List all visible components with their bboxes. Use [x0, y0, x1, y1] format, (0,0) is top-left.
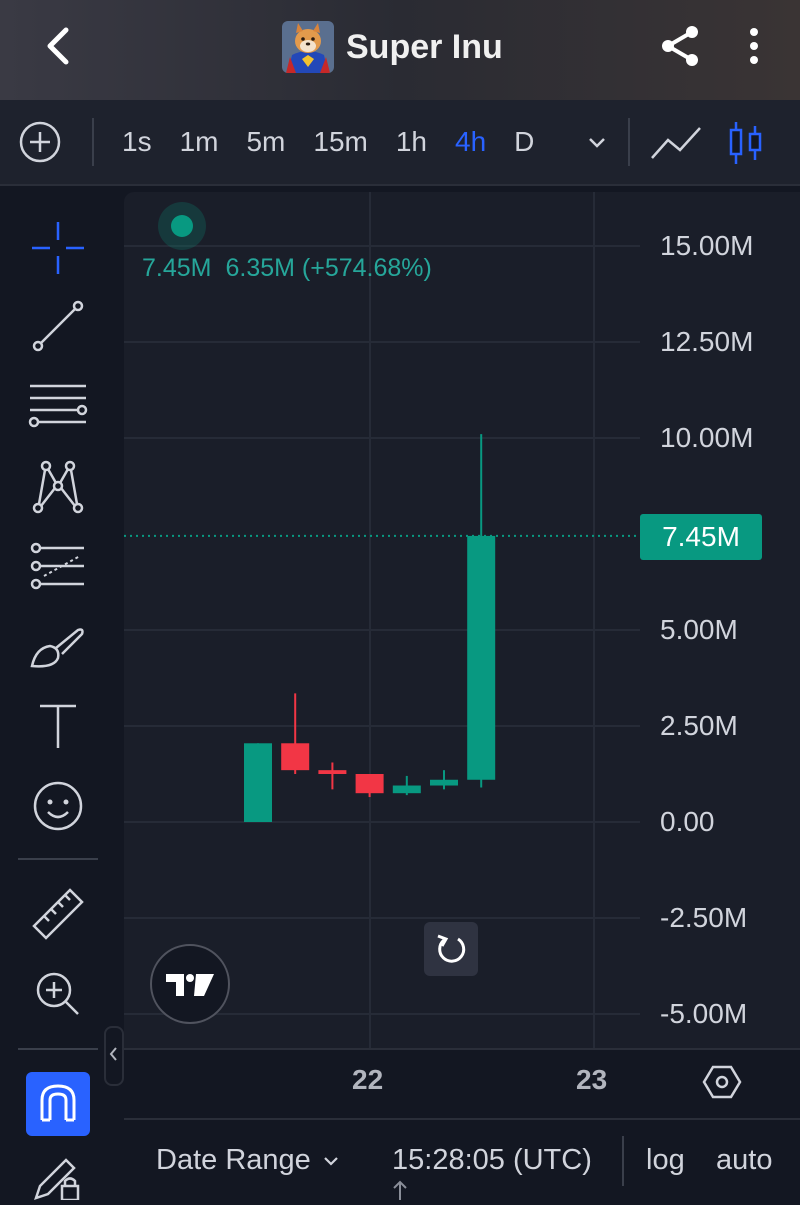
panel-collapse-handle[interactable]: [104, 1026, 124, 1086]
zoom-in-icon: [36, 972, 79, 1015]
interval-1h[interactable]: 1h: [382, 126, 441, 158]
add-symbol-button[interactable]: [18, 120, 62, 164]
date-range-button[interactable]: Date Range: [156, 1144, 341, 1177]
pattern-tool[interactable]: [28, 456, 88, 516]
ruler-icon: [32, 888, 84, 940]
fib-retracement-icon: [28, 384, 88, 428]
price-axis-label: 12.50M: [660, 326, 754, 357]
candle-body: [318, 770, 347, 774]
tradingview-logo-button[interactable]: [150, 944, 230, 1024]
toolbar-divider: [18, 858, 98, 860]
crosshair-icon: [32, 222, 84, 274]
token-title: Super Inu: [282, 20, 503, 74]
candle-body: [355, 774, 384, 794]
chart-toolbar: 1s 1m 5m 15m 1h 4h D: [0, 100, 800, 186]
magnet-mode-button[interactable]: [26, 1072, 90, 1136]
log-scale-button[interactable]: log: [646, 1144, 685, 1177]
trend-line-icon: [32, 300, 84, 352]
forecast-icon: [30, 542, 84, 590]
line-chart-button[interactable]: [650, 122, 704, 164]
brush-icon: [30, 628, 84, 668]
interval-dropdown-button[interactable]: [582, 126, 612, 158]
crosshair-tool[interactable]: [28, 218, 88, 278]
text-icon: [40, 704, 76, 748]
share-icon: [662, 26, 698, 66]
legend-change: 6.35M (+574.68%): [225, 254, 432, 282]
zoom-tool[interactable]: [28, 964, 88, 1024]
current-price-tag: 7.45M: [640, 514, 762, 560]
interval-15m[interactable]: 15m: [299, 126, 381, 158]
tradingview-logo-icon: [166, 974, 214, 996]
interval-d[interactable]: D: [500, 126, 548, 158]
prediction-tool[interactable]: [28, 536, 88, 596]
chevron-down-icon: [589, 138, 605, 148]
token-avatar: [282, 21, 334, 73]
interval-5m[interactable]: 5m: [232, 126, 299, 158]
legend-price: 7.45M: [142, 254, 212, 282]
time-axis-label: 23: [576, 1064, 608, 1095]
page-title: Super Inu: [346, 27, 503, 66]
settings-hexagon-icon: [702, 1065, 742, 1099]
price-axis-label: 15.00M: [660, 230, 754, 261]
app-header: Super Inu: [0, 0, 800, 100]
interval-1s[interactable]: 1s: [108, 126, 166, 158]
refresh-icon: [437, 934, 466, 963]
xabcd-pattern-icon: [32, 460, 84, 514]
time-axis-label: 22: [352, 1064, 384, 1095]
line-chart-icon: [651, 127, 701, 159]
measure-tool[interactable]: [28, 884, 88, 944]
candle-body: [467, 535, 496, 780]
live-status-indicator: [158, 202, 206, 250]
price-axis-label: 0.00: [660, 806, 715, 837]
date-range-label: Date Range: [156, 1144, 311, 1176]
chevron-left-icon: [47, 27, 69, 65]
trend-line-tool[interactable]: [28, 296, 88, 356]
smiley-icon: [33, 781, 83, 831]
status-dot: [171, 215, 193, 237]
toolbar-divider: [622, 1136, 624, 1186]
text-tool[interactable]: [28, 696, 88, 756]
more-vertical-icon: [750, 28, 758, 64]
plus-circle-icon: [19, 121, 61, 163]
reset-chart-button[interactable]: [424, 922, 478, 976]
brush-tool[interactable]: [28, 618, 88, 678]
arrow-up-icon: [392, 1180, 408, 1205]
interval-1m[interactable]: 1m: [166, 126, 233, 158]
interval-4h[interactable]: 4h: [441, 126, 500, 158]
magnet-icon: [40, 1084, 76, 1122]
toolbar-divider: [92, 118, 94, 166]
price-axis-label: 10.00M: [660, 422, 754, 453]
back-button[interactable]: [38, 24, 82, 68]
pencil-lock-icon: [34, 1158, 80, 1200]
interval-selector: 1s 1m 5m 15m 1h 4h D: [108, 100, 548, 184]
candle-body: [392, 785, 421, 794]
price-axis-label: -2.50M: [660, 902, 748, 933]
utc-clock[interactable]: 15:28:05 (UTC): [392, 1144, 592, 1177]
time-axis[interactable]: [124, 1048, 800, 1120]
horizontal-lines-tool[interactable]: [28, 376, 88, 436]
lock-drawings-tool[interactable]: [28, 1150, 88, 1200]
share-button[interactable]: [656, 22, 704, 70]
price-axis-label: 5.00M: [660, 614, 738, 645]
candle-body: [244, 743, 272, 822]
emoji-tool[interactable]: [28, 776, 88, 836]
price-axis-label: -5.00M: [660, 998, 748, 1029]
candle-body: [281, 743, 310, 771]
chevron-left-icon: [109, 1047, 117, 1061]
toolbar-divider: [628, 118, 630, 166]
auto-scale-button[interactable]: auto: [716, 1144, 772, 1177]
candlestick-icon: [729, 122, 762, 164]
chart-settings-button[interactable]: [702, 1062, 742, 1102]
ohlc-legend: 7.45M 6.35M (+574.68%): [142, 254, 446, 283]
chevron-down-icon: [324, 1156, 338, 1166]
price-axis-label: 2.50M: [660, 710, 738, 741]
candle-body: [430, 779, 458, 786]
candlestick-chart-button[interactable]: [726, 120, 766, 166]
more-button[interactable]: [740, 24, 768, 68]
toolbar-divider: [18, 1048, 98, 1050]
